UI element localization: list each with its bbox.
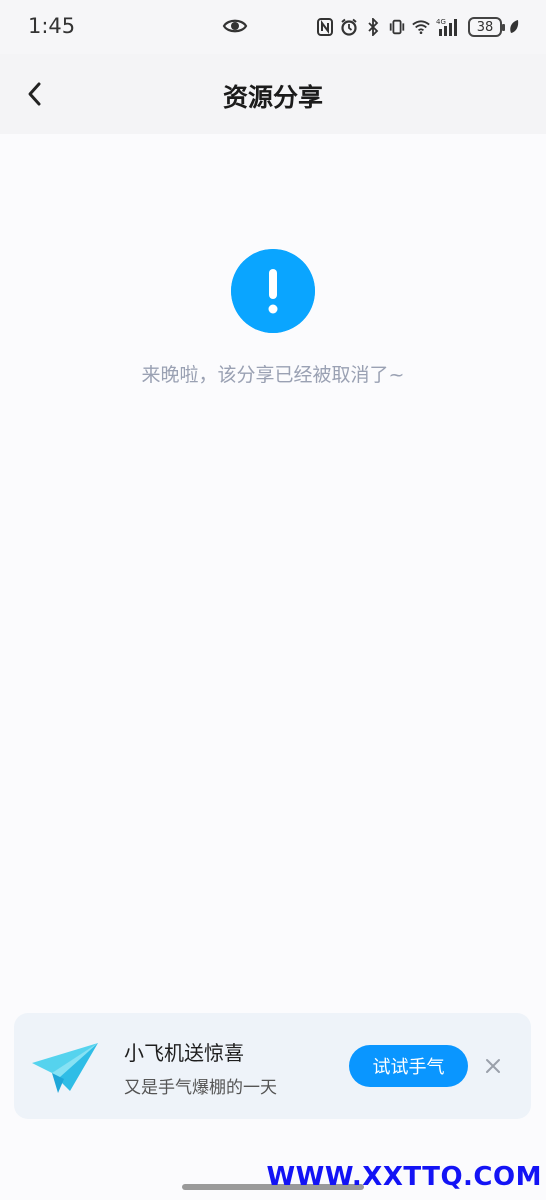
alarm-icon xyxy=(340,16,358,38)
status-time: 1:45 xyxy=(28,14,76,38)
close-icon[interactable] xyxy=(482,1055,504,1077)
signal-icon: 4G xyxy=(436,16,462,38)
wifi-icon xyxy=(412,16,430,38)
eye-icon xyxy=(222,19,248,33)
try-luck-button[interactable]: 试试手气 xyxy=(349,1045,468,1087)
promo-card[interactable]: 小飞机送惊喜 又是手气爆棚的一天 试试手气 xyxy=(14,1013,531,1119)
header: 资源分享 xyxy=(0,54,546,134)
cancelled-share-message: 来晚啦，该分享已经被取消了~ xyxy=(141,364,405,386)
paper-plane-icon xyxy=(32,1043,98,1093)
leaf-icon xyxy=(508,16,520,38)
exclamation-icon xyxy=(231,249,315,333)
svg-text:4G: 4G xyxy=(436,18,446,26)
status-icons: 4G 38 xyxy=(316,14,520,40)
page-title: 资源分享 xyxy=(222,83,323,112)
nfc-icon xyxy=(316,16,334,38)
promo-title: 小飞机送惊喜 xyxy=(124,1041,244,1065)
screen: 1:45 4G 38 资源分享 来晚啦，该分享已经被取消了~ 小飞机送惊喜 又是… xyxy=(0,0,546,1200)
promo-subtitle: 又是手气爆棚的一天 xyxy=(124,1078,277,1098)
battery-indicator: 38 xyxy=(468,17,505,37)
watermark: WWW.XXTTQ.COM xyxy=(266,1162,542,1192)
bluetooth-icon xyxy=(364,16,382,38)
vibrate-icon xyxy=(388,16,406,38)
status-bar: 1:45 4G 38 xyxy=(0,0,546,54)
